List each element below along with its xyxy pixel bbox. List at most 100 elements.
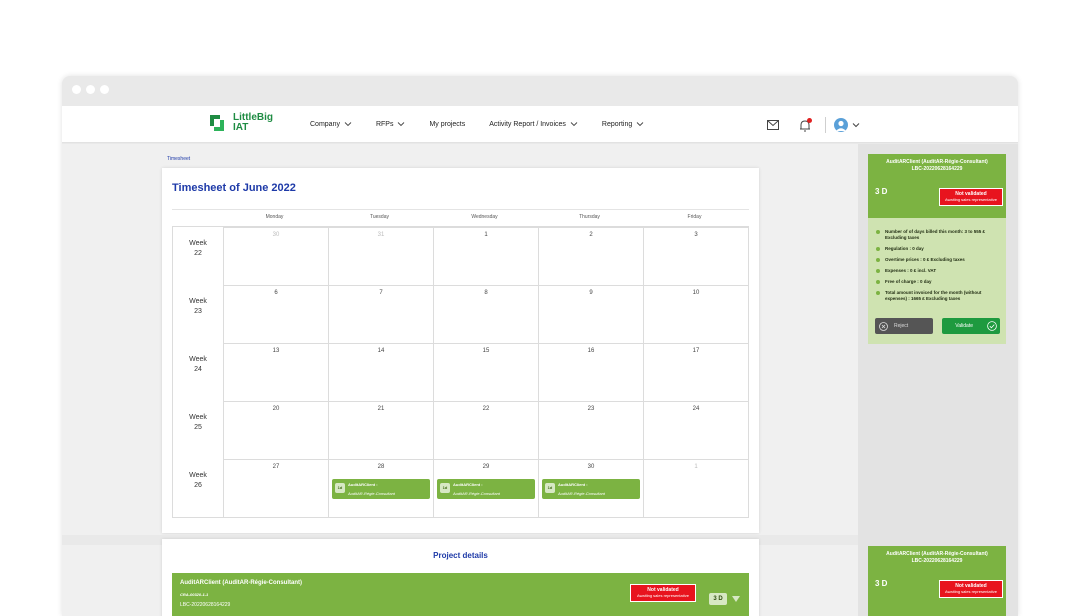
summary2-title-line2: LBC-20220628164229: [911, 558, 963, 564]
window-dot-close[interactable]: [72, 85, 81, 94]
day-number: 17: [692, 348, 700, 354]
logo-mark-icon: [210, 115, 224, 131]
calendar-day-cell[interactable]: 1: [433, 227, 539, 286]
calendar-day-cell[interactable]: 28 1d AuditARClient : AuditAR-Régie-Consult…: [328, 459, 434, 518]
day-number: 23: [587, 406, 595, 412]
day-number: 6: [274, 290, 278, 296]
main-nav: Company RFPs My projects Activity Report / …: [310, 120, 668, 128]
summary-title-line1: AuditARClient (AuditAR-Régie-Consultant): [886, 159, 988, 165]
week-number: 22: [194, 250, 202, 257]
entry-title: AuditARClient :: [348, 482, 378, 487]
week-label: Week 23: [173, 297, 223, 317]
weekday-tuesday: Tuesday: [370, 214, 389, 220]
week-word: Week: [189, 240, 207, 247]
calendar-day-cell[interactable]: 6: [223, 285, 329, 344]
summary-detail-item: Regulation : 0 day: [875, 246, 1001, 252]
chevron-down-icon[interactable]: [852, 121, 860, 129]
window-controls: [72, 85, 109, 94]
calendar-day-cell[interactable]: 23: [538, 401, 644, 460]
calendar-day-cell[interactable]: 24: [643, 401, 749, 460]
calendar-day-cell[interactable]: 3: [643, 227, 749, 286]
breadcrumb[interactable]: Timesheet: [167, 156, 190, 162]
calendar-day-cell[interactable]: 27: [223, 459, 329, 518]
week-number: 25: [194, 424, 202, 431]
calendar-day-cell[interactable]: 9: [538, 285, 644, 344]
day-number: 1: [484, 232, 488, 238]
calendar-day-cell[interactable]: 29 1d AuditARClient : AuditAR-Régie-Consult…: [433, 459, 539, 518]
reject-label: Reject: [894, 323, 909, 329]
timesheet-entry[interactable]: 1d AuditARClient : AuditAR-Régie-Consultan…: [437, 479, 535, 499]
logo-text: LittleBig IAT: [233, 113, 273, 133]
mail-icon[interactable]: [767, 120, 779, 130]
calendar-day-cell[interactable]: 17: [643, 343, 749, 402]
project-name: AuditARClient (AuditAR-Régie-Consultant): [180, 580, 302, 586]
days-count-2: 3 D: [875, 579, 888, 588]
day-number: 8: [484, 290, 488, 296]
nav-item-reporting[interactable]: Reporting: [602, 120, 644, 128]
page-title: Timesheet of June 2022: [172, 182, 296, 194]
invoice-summary-card-2: AuditARClient (AuditAR-Régie-Consultant)…: [868, 546, 1006, 616]
calendar-day-cell[interactable]: 30: [223, 227, 329, 286]
day-number: 1: [694, 464, 698, 470]
logo-line2: IAT: [233, 122, 249, 133]
entry-duration-badge: 1d: [545, 483, 555, 493]
calendar-day-cell[interactable]: 10: [643, 285, 749, 344]
timesheet-entry[interactable]: 1d AuditARClient : AuditAR-Régie-Consultan…: [332, 479, 430, 499]
project-code: CRA-00320-1-1: [180, 592, 209, 597]
calendar-day-cell[interactable]: 8: [433, 285, 539, 344]
calendar-day-cell[interactable]: 30 1d AuditARClient : AuditAR-Régie-Consult…: [538, 459, 644, 518]
validate-button[interactable]: Validate: [942, 318, 1000, 334]
weekday-thursday: Thursday: [579, 214, 600, 220]
calendar-day-cell[interactable]: 16: [538, 343, 644, 402]
nav-item-my-projects[interactable]: My projects: [429, 120, 465, 128]
reject-button[interactable]: Reject: [875, 318, 933, 334]
chevron-down-icon: [344, 122, 352, 127]
status-sublabel-2: Awaiting sales representative: [945, 589, 997, 594]
notification-dot: [807, 117, 812, 123]
side-panel: AuditARClient (AuditAR-Régie-Consultant)…: [858, 144, 1018, 616]
calendar-day-cell[interactable]: 2: [538, 227, 644, 286]
window-dot-minimize[interactable]: [86, 85, 95, 94]
window-dot-maximize[interactable]: [100, 85, 109, 94]
calendar-day-cell[interactable]: 31: [328, 227, 434, 286]
calendar-day-cell[interactable]: 7: [328, 285, 434, 344]
summary-detail-item: Expenses : 0 £ incl. VAT: [875, 268, 1001, 274]
logo[interactable]: LittleBig IAT: [206, 112, 273, 134]
close-circle-icon: [879, 321, 888, 331]
days-count: 3 D: [875, 187, 888, 196]
calendar-day-cell[interactable]: 21: [328, 401, 434, 460]
day-number: 13: [272, 348, 280, 354]
weekday-monday: Monday: [265, 214, 284, 220]
timesheet-entry[interactable]: 1d AuditARClient : AuditAR-Régie-Consultan…: [542, 479, 640, 499]
nav-item-company[interactable]: Company: [310, 120, 352, 128]
summary-detail-item: Total amount invoiced for the month (wit…: [875, 290, 1001, 302]
calendar-day-cell[interactable]: 20: [223, 401, 329, 460]
validate-label: Validate: [955, 323, 973, 329]
calendar-day-cell[interactable]: 15: [433, 343, 539, 402]
days-count-badge: 3 D: [709, 593, 727, 605]
week-label: Week 24: [173, 355, 223, 375]
summary-details-list: Number of of days billed this month: 3 t…: [875, 229, 1001, 307]
nav-label: Reporting: [601, 120, 633, 128]
notifications-button[interactable]: [799, 117, 812, 132]
calendar-day-cell[interactable]: 22: [433, 401, 539, 460]
nav-item-rfps[interactable]: RFPs: [376, 120, 406, 128]
chevron-down-icon: [636, 122, 644, 127]
weekday-friday: Friday: [687, 214, 702, 220]
calendar-day-cell[interactable]: 1: [643, 459, 749, 518]
calendar-day-cell[interactable]: 14: [328, 343, 434, 402]
entry-duration-badge: 1d: [440, 483, 450, 493]
entry-title: AuditARClient :: [453, 482, 483, 487]
expand-triangle-icon[interactable]: [732, 596, 740, 602]
summary-title: AuditARClient (AuditAR-Régie-Consultant)…: [868, 159, 1006, 173]
nav-item-activity-report-invoices[interactable]: Activity Report / Invoices: [489, 120, 578, 128]
day-number: 24: [692, 406, 700, 412]
day-number: 16: [587, 348, 595, 354]
day-number: 29: [482, 464, 490, 470]
user-avatar-icon[interactable]: [834, 118, 848, 132]
day-number: 15: [482, 348, 490, 354]
day-number: 7: [379, 290, 383, 296]
project-row[interactable]: AuditARClient (AuditAR-Régie-Consultant)…: [172, 573, 749, 616]
day-number: 27: [272, 464, 280, 470]
calendar-day-cell[interactable]: 13: [223, 343, 329, 402]
